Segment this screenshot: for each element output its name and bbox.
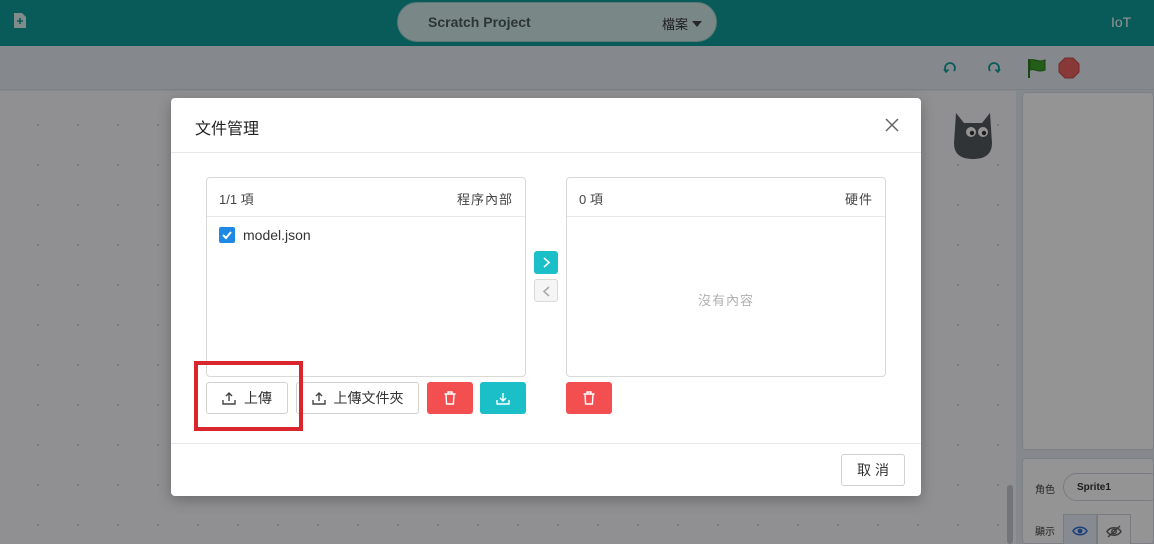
- panel-header: 0 項 硬件: [567, 178, 885, 217]
- dialog-footer-divider: [171, 443, 921, 444]
- chevron-left-icon: [542, 286, 550, 297]
- panel-header: 1/1 項 程序內部: [207, 178, 525, 217]
- cancel-button[interactable]: 取消: [841, 454, 905, 486]
- trash-icon: [583, 391, 595, 405]
- panel-name: 程序內部: [456, 192, 513, 207]
- delete-hardware-file-button[interactable]: [566, 382, 612, 414]
- annotation-highlight-box: [194, 361, 303, 431]
- program-files-panel: 1/1 項 程序內部 model.json: [206, 177, 526, 377]
- dialog-title: 文件管理: [195, 121, 260, 138]
- dialog-header-divider: [171, 152, 921, 153]
- trash-icon: [444, 391, 456, 405]
- upload-folder-label: 上傳文件夾: [333, 390, 404, 406]
- delete-program-file-button[interactable]: [427, 382, 473, 414]
- upload-folder-button[interactable]: 上傳文件夾: [296, 382, 419, 414]
- empty-text: 沒有內容: [697, 293, 754, 308]
- download-button[interactable]: [480, 382, 526, 414]
- transfer-right-button[interactable]: [534, 251, 558, 274]
- panel-count: 1/1 項: [219, 192, 254, 207]
- panel-count: 0 項: [579, 192, 603, 207]
- check-icon: [222, 231, 232, 240]
- close-icon[interactable]: [884, 117, 900, 133]
- transfer-left-button[interactable]: [534, 279, 558, 302]
- file-manager-dialog: 文件管理 1/1 項 程序內部 model.json 0 項 硬件 沒有內容 上…: [171, 98, 921, 496]
- upload-icon: [311, 392, 326, 405]
- list-item[interactable]: model.json: [219, 227, 311, 243]
- chevron-right-icon: [543, 257, 551, 268]
- checkbox-checked[interactable]: [219, 227, 235, 243]
- item-label: model.json: [243, 227, 311, 243]
- panel-name: 硬件: [844, 192, 873, 207]
- hardware-files-panel: 0 項 硬件 沒有內容: [566, 177, 886, 377]
- download-icon: [496, 393, 510, 405]
